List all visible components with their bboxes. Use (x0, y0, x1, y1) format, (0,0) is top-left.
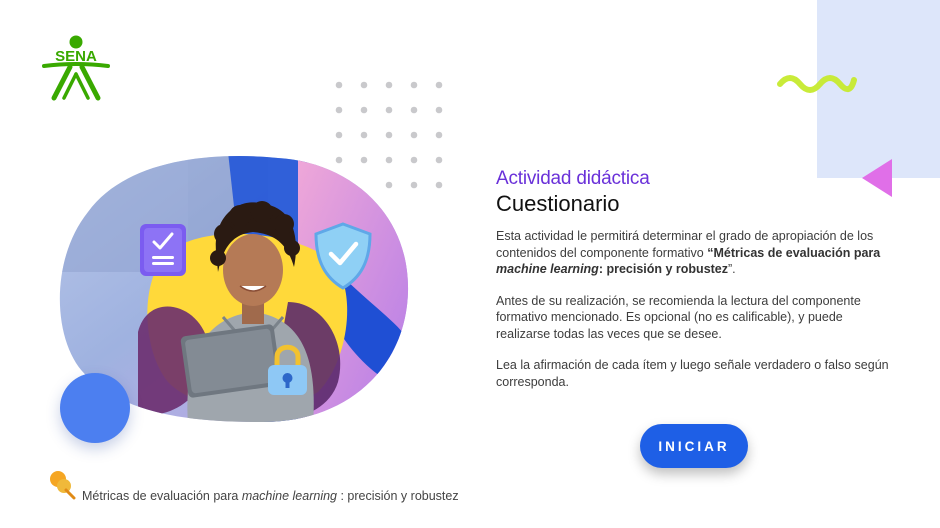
pushpin-icon (50, 471, 76, 500)
start-button[interactable]: INICIAR (640, 424, 748, 468)
intro-paragraph: Esta actividad le permitirá determinar e… (496, 229, 881, 276)
checklist-icon (140, 224, 186, 276)
sena-logo-icon: SENA (42, 35, 110, 101)
page-title: Cuestionario (496, 191, 620, 216)
footer-component-title: Métricas de evaluación para machine lear… (82, 489, 459, 503)
blue-circle-decoration (60, 373, 130, 443)
recommendation-paragraph: Antes de su realización, se recomienda l… (496, 293, 861, 341)
squiggle-decoration (777, 75, 857, 93)
activity-eyebrow: Actividad didáctica (496, 168, 650, 189)
activity-content: Actividad didáctica Cuestionario Esta ac… (496, 167, 896, 405)
instructions-paragraph: Lea la afirmación de cada ítem y luego s… (496, 358, 889, 389)
